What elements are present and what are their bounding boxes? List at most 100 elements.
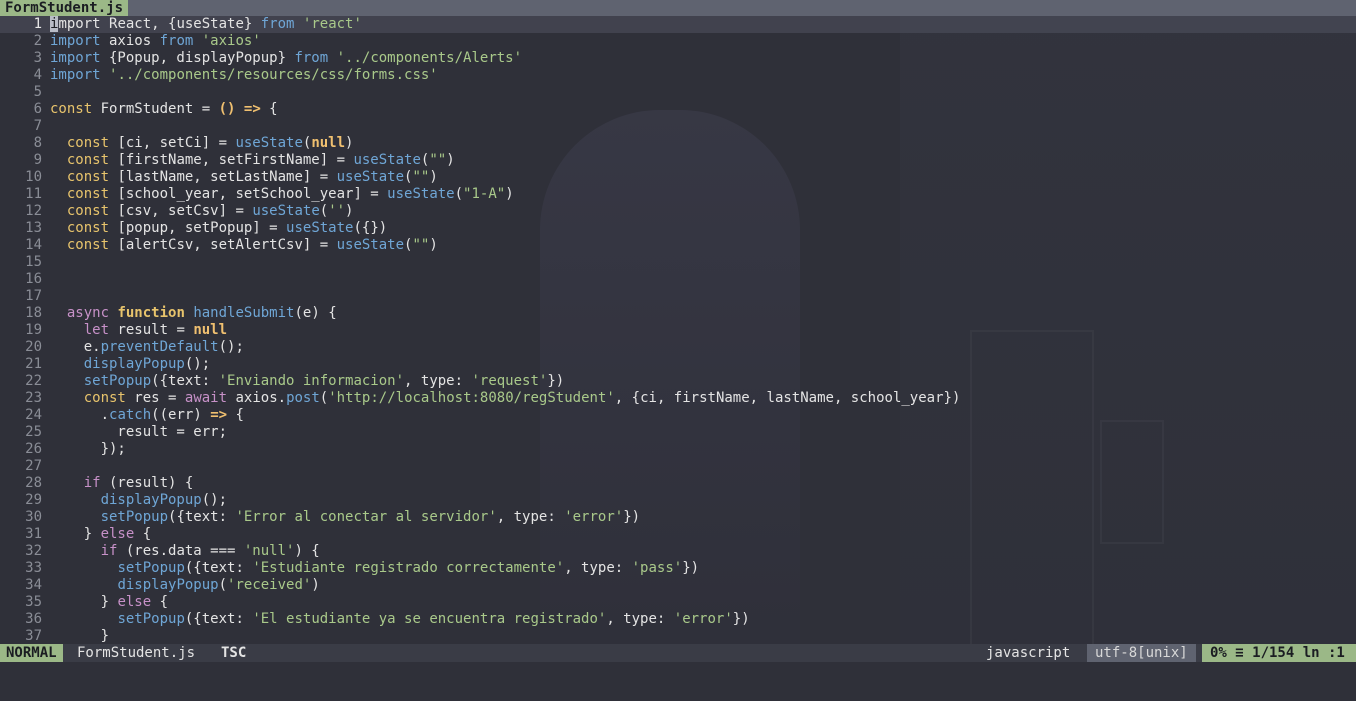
code-text: let result = null — [83, 322, 228, 338]
code-text: const [csv, setCsv] = useState('') — [66, 203, 354, 219]
code-text: result = err; — [50, 424, 228, 440]
code-text: .catch((err) => { — [50, 407, 244, 423]
code-line[interactable]: 15 — [0, 254, 50, 271]
code-line[interactable]: 2 import axios from 'axios' — [0, 33, 261, 50]
code-line[interactable]: 3 import {Popup, displayPopup} from '../c… — [0, 50, 522, 67]
code-line[interactable]: 16 — [0, 271, 50, 288]
line-number: 4 — [33, 67, 42, 83]
code-text: } else { — [50, 594, 169, 610]
code-line[interactable]: 37 } — [0, 628, 109, 644]
line-number: 31 — [25, 526, 42, 542]
line-number: 29 — [25, 492, 42, 508]
code-line[interactable]: 17 — [0, 288, 50, 305]
line-number: 26 — [25, 441, 42, 457]
line-number: 24 — [25, 407, 42, 423]
code-line[interactable]: 6 const FormStudent = () => { — [0, 101, 278, 118]
code-line[interactable]: 12 const [csv, setCsv] = useState('') — [0, 203, 353, 220]
line-number: 36 — [25, 611, 42, 627]
line-number: 8 — [33, 135, 42, 151]
code-line[interactable]: 13 const [popup, setPopup] = useState({}… — [0, 220, 387, 237]
line-number: 33 — [25, 560, 42, 576]
code-text: }); — [50, 441, 126, 457]
code-line[interactable]: 11 const [school_year, setSchool_year] =… — [0, 186, 514, 203]
line-number: 7 — [33, 118, 42, 134]
code-text: setPopup({text: 'Error al conectar al se… — [100, 509, 641, 525]
mode-indicator: NORMAL — [0, 644, 63, 662]
code-text: const [school_year, setSchool_year] = us… — [66, 186, 514, 202]
line-number: 30 — [25, 509, 42, 525]
code-line[interactable]: 31 } else { — [0, 526, 151, 543]
code-line[interactable]: 26 }); — [0, 441, 126, 458]
code-line[interactable]: 20 e.preventDefault(); — [0, 339, 244, 356]
code-text: import axios from 'axios' — [50, 33, 261, 49]
status-filetype: javascript — [986, 645, 1071, 661]
line-number: 13 — [25, 220, 42, 236]
code-line[interactable]: 10 const [lastName, setLastName] = useSt… — [0, 169, 438, 186]
code-text: displayPopup(); — [83, 356, 211, 372]
code-text: setPopup({text: 'Enviando informacion', … — [83, 373, 565, 389]
code-editor[interactable]: 1 import React, {useState} from 'react' 2 i… — [0, 16, 1356, 644]
code-text: const FormStudent = () => { — [50, 101, 278, 117]
line-number: 11 — [25, 186, 42, 202]
line-number: 20 — [25, 339, 42, 355]
command-line[interactable] — [0, 662, 1356, 701]
code-line[interactable]: 5 — [0, 84, 50, 101]
line-number: 19 — [25, 322, 42, 338]
code-line[interactable]: 36 setPopup({text: 'El estudiante ya se … — [0, 611, 750, 628]
code-line[interactable]: 14 const [alertCsv, setAlertCsv] = useSt… — [0, 237, 438, 254]
code-text: import {Popup, displayPopup} from '../co… — [50, 50, 523, 66]
code-line[interactable]: 23 const res = await axios.post('http://… — [0, 390, 960, 407]
code-line[interactable]: 32 if (res.data === 'null') { — [0, 543, 320, 560]
line-number: 12 — [25, 203, 42, 219]
status-tag: TSC — [221, 645, 247, 661]
code-text: const [ci, setCi] = useState(null) — [66, 135, 354, 151]
code-line[interactable]: 22 setPopup({text: 'Enviando informacion… — [0, 373, 564, 390]
line-number: 23 — [25, 390, 42, 406]
code-line[interactable]: 33 setPopup({text: 'Estudiante registrad… — [0, 560, 699, 577]
statusline: NORMAL FormStudent.js TSC javascript utf… — [0, 644, 1356, 662]
line-number: 28 — [25, 475, 42, 491]
code-line[interactable]: 27 — [0, 458, 50, 475]
line-number: 17 — [25, 288, 42, 304]
tab-current-file[interactable]: FormStudent.js — [0, 0, 129, 16]
line-number: 22 — [25, 373, 42, 389]
code-text: displayPopup('received') — [117, 577, 320, 593]
line-number: 34 — [25, 577, 42, 593]
code-line[interactable]: 8 const [ci, setCi] = useState(null) — [0, 135, 354, 152]
code-line[interactable]: 21 displayPopup(); — [0, 356, 210, 373]
status-filename: FormStudent.js — [77, 645, 196, 661]
code-line[interactable]: 4 import '../components/resources/css/for… — [0, 67, 438, 84]
code-line[interactable]: 7 — [0, 118, 50, 135]
code-line[interactable]: 25 result = err; — [0, 424, 227, 441]
code-line[interactable]: 18 async function handleSubmit(e) { — [0, 305, 337, 322]
code-line[interactable]: 30 setPopup({text: 'Error al conectar al… — [0, 509, 640, 526]
line-number: 18 — [25, 305, 42, 321]
code-line[interactable]: 35 } else { — [0, 594, 168, 611]
line-number: 2 — [33, 33, 42, 49]
code-text: if (result) { — [83, 475, 194, 491]
line-number: 1 — [33, 16, 42, 32]
code-line[interactable]: 9 const [firstName, setFirstName] = useS… — [0, 152, 455, 169]
code-text: e.preventDefault(); — [50, 339, 244, 355]
code-text: } else { — [50, 526, 152, 542]
code-line[interactable]: 1 import React, {useState} from 'react' — [0, 16, 1356, 33]
line-number: 37 — [25, 628, 42, 644]
line-number: 6 — [33, 101, 42, 117]
code-line[interactable]: 29 displayPopup(); — [0, 492, 227, 509]
code-line[interactable]: 28 if (result) { — [0, 475, 193, 492]
code-text: setPopup({text: 'Estudiante registrado c… — [117, 560, 700, 576]
line-number: 3 — [33, 50, 42, 66]
code-text: } — [50, 628, 110, 644]
status-encoding: utf-8[unix] — [1087, 644, 1196, 662]
code-text: const res = await axios.post('http://loc… — [83, 390, 961, 406]
code-text: const [firstName, setFirstName] = useSta… — [66, 152, 455, 168]
code-line[interactable]: 24 .catch((err) => { — [0, 407, 244, 424]
code-line[interactable]: 34 displayPopup('received') — [0, 577, 320, 594]
code-text: setPopup({text: 'El estudiante ya se enc… — [117, 611, 750, 627]
code-text: const [lastName, setLastName] = useState… — [66, 169, 438, 185]
line-number: 27 — [25, 458, 42, 474]
code-text: import '../components/resources/css/form… — [50, 67, 438, 83]
line-number: 5 — [33, 84, 42, 100]
code-text: displayPopup(); — [100, 492, 228, 508]
code-line[interactable]: 19 let result = null — [0, 322, 227, 339]
